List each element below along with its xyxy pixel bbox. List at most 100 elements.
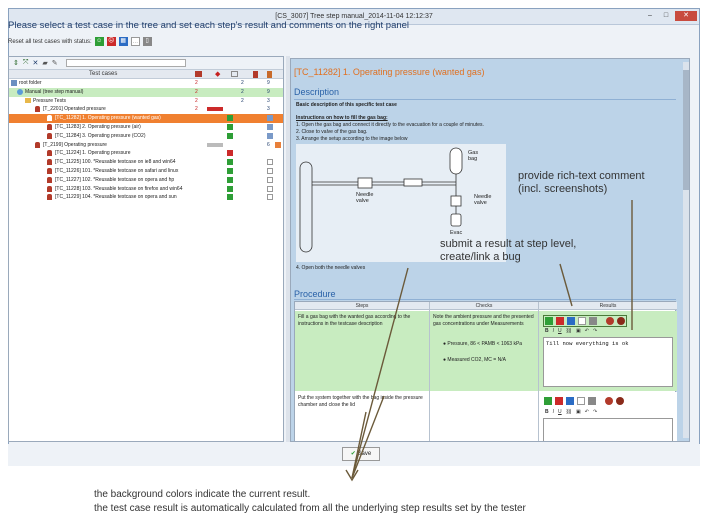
minimize-button[interactable]: – (643, 11, 657, 21)
tree-row-tc11284[interactable]: [TC_11284] 3. Operating pressure (CO2) (9, 132, 283, 141)
expand-icon[interactable]: ⇕ (13, 59, 19, 67)
instruction-line-2: 2. Close to valve of the gas bag. (296, 129, 368, 135)
set-not-applicable-button[interactable] (589, 317, 597, 325)
test-case-title: [TC_11282] 1. Operating pressure (wanted… (294, 67, 485, 77)
tree-row-t2201[interactable]: [T_2201] Operated pressure 2 3 (9, 105, 283, 114)
passed-result-icon (227, 167, 233, 174)
reset-label: Reset all test cases with status: (8, 38, 92, 45)
step-1-comment-editor[interactable]: Till now everything is ok (543, 337, 673, 387)
bug-count: 2 (195, 97, 198, 104)
tree-row-tc11224[interactable]: [TC_11224] 1. Operating pressure (9, 149, 283, 158)
collapse-icon[interactable]: ⤧ (23, 59, 29, 67)
description-heading: Description (294, 87, 340, 97)
procedure-step-1: Fill a gas bag with the wanted gas accor… (295, 311, 677, 391)
underline-icon[interactable]: U (558, 328, 562, 334)
step-2-comment-editor[interactable] (543, 418, 673, 441)
annotation-background-colors: the background colors indicate the curre… (94, 489, 311, 500)
tree-row-tc11229[interactable]: [TC_11229] 104. *Reusable testcase on op… (9, 193, 283, 202)
set-blocked-button[interactable] (566, 397, 574, 405)
tree-row-root[interactable]: root folder 2 2 9 (9, 79, 283, 88)
clear-icon[interactable]: ✕ (32, 59, 38, 67)
passed-result-icon (227, 194, 233, 201)
save-button[interactable]: ✔ Save (342, 447, 380, 461)
tree-row-label: Pressure Tests (33, 97, 66, 104)
passed-result-icon (227, 176, 233, 183)
undo-icon[interactable]: ↶ (585, 409, 589, 415)
instruction-line-4: 4. Open both the needle valves (296, 265, 366, 271)
annotation-test-case-result: the test case result is automatically ca… (94, 503, 526, 514)
procedure-divider (294, 299, 676, 300)
tree-row-tc11226[interactable]: [TC_11226] 101. *Reusable testcase on sa… (9, 167, 283, 176)
close-button[interactable]: ✕ (675, 11, 697, 21)
undo-icon[interactable]: ↶ (585, 328, 589, 334)
tree-row-tc11282[interactable]: [TC_11282] 1. Operating pressure (wanted… (9, 114, 283, 123)
link-bug-icon[interactable] (616, 397, 624, 405)
italic-icon[interactable]: I (553, 328, 554, 334)
instruction-line-1: 1. Open the gas bag and connect it direc… (296, 122, 484, 128)
test-case-icon (47, 176, 52, 183)
set-passed-button[interactable] (545, 317, 553, 325)
not-run-icon (267, 185, 273, 192)
filter-icon[interactable]: ▰ (42, 59, 47, 67)
step-1-check-1: ● Pressure, 86 < PAMB < 1063 kPa (443, 341, 523, 347)
tree-row-pressure-tests[interactable]: Pressure Tests 2 2 3 (9, 97, 283, 106)
tree-row-label: [TC_11228] 103. *Reusable testcase on fi… (55, 185, 183, 192)
tree-filter-input[interactable] (65, 59, 186, 67)
bold-icon[interactable]: B (545, 328, 549, 334)
instruction-text: Please select a test case in the tree an… (8, 20, 410, 31)
set-blocked-button[interactable] (567, 317, 575, 325)
passed-status-icon[interactable]: ☺ (94, 37, 104, 46)
tree-row-label: [TC_11283] 2. Operating pressure (air) (55, 123, 141, 130)
failed-status-icon[interactable]: ☹ (106, 37, 116, 46)
tree-row-label: [TC_11284] 3. Operating pressure (CO2) (55, 132, 146, 139)
column-divider (429, 302, 430, 441)
maximize-button[interactable]: □ (659, 11, 673, 21)
passed-result-icon (227, 115, 233, 122)
blocked-status-icon[interactable]: ▦ (118, 37, 128, 46)
bug-count: 2 (195, 88, 198, 95)
set-failed-button[interactable] (556, 317, 564, 325)
set-not-run-button[interactable] (578, 317, 586, 325)
diagram-gas-bag-label: Gas bag (468, 150, 479, 162)
tree-row-tc11228[interactable]: [TC_11228] 103. *Reusable testcase on fi… (9, 185, 283, 194)
detail-scrollbar[interactable] (683, 62, 689, 438)
tree-row-t2199[interactable]: [T_2199] Operating pressure 6 (9, 141, 283, 150)
pin-column-icon (253, 71, 258, 78)
annotation-rich-text: provide rich-text comment (incl. screens… (518, 170, 645, 195)
diagram-needle-valve-label-1: Needle valve (356, 192, 374, 204)
link-icon[interactable]: ⛓ (566, 328, 572, 334)
underline-icon[interactable]: U (558, 409, 562, 415)
tree-row-label: [T_2199] Operating pressure (43, 141, 107, 148)
not-run-status-icon[interactable]: … (130, 37, 140, 46)
image-icon[interactable]: ▣ (576, 409, 581, 415)
tree-row-manual[interactable]: Manual (tree step manual) 2 2 9 (9, 87, 283, 97)
bug-column-icon (195, 71, 202, 77)
instruction-line-3: 3. Arrange the setup according to the im… (296, 136, 408, 142)
link-icon[interactable]: ⛓ (566, 409, 572, 415)
test-cases-column-label: Test cases (89, 71, 118, 77)
tree-row-label: Manual (tree step manual) (25, 88, 84, 95)
italic-icon[interactable]: I (553, 409, 554, 415)
total-count: 9 (267, 88, 270, 95)
tree-row-tc11225[interactable]: [TC_11225] 100. *Reusable testcase on ie… (9, 158, 283, 167)
check-icon: ✔ (350, 451, 356, 457)
bold-icon[interactable]: B (545, 409, 549, 415)
set-not-applicable-button[interactable] (588, 397, 596, 405)
test-case-icon (47, 185, 52, 192)
set-failed-button[interactable] (555, 397, 563, 405)
add-bug-icon[interactable] (605, 397, 613, 405)
tree-row-tc11283[interactable]: [TC_11283] 2. Operating pressure (air) (9, 123, 283, 132)
total-count: 6 (267, 141, 270, 148)
filter-edit-icon[interactable]: ✎ (52, 59, 58, 67)
not-applicable-status-icon[interactable]: ▯ (142, 37, 152, 46)
redo-icon[interactable]: ↷ (593, 328, 597, 334)
tree-row-tc11227[interactable]: [TC_11227] 102. *Reusable testcase on op… (9, 176, 283, 185)
passed-result-icon (227, 123, 233, 130)
set-passed-button[interactable] (544, 397, 552, 405)
link-bug-icon[interactable] (617, 317, 625, 325)
set-not-run-button[interactable] (577, 397, 585, 405)
redo-icon[interactable]: ↷ (593, 409, 597, 415)
tree-row-label: [T_2201] Operated pressure (43, 106, 106, 113)
add-bug-icon[interactable] (606, 317, 614, 325)
image-icon[interactable]: ▣ (576, 328, 581, 334)
